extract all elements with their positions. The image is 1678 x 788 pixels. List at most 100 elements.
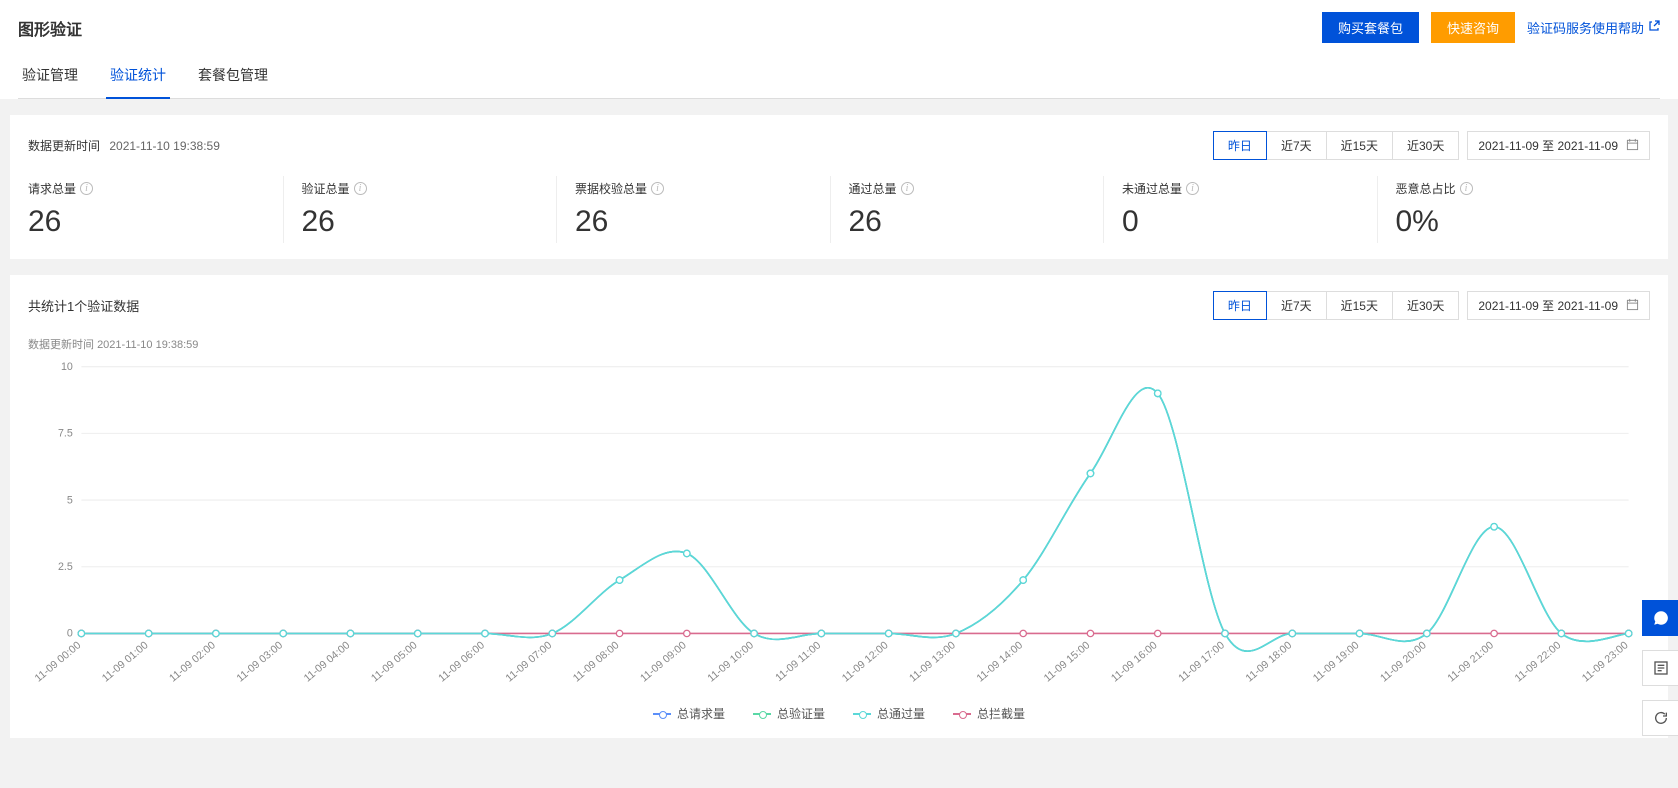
legend-swatch-block	[953, 710, 971, 718]
tab-verify-manage[interactable]: 验证管理	[18, 55, 82, 99]
date-range-text: 2021-11-09 至 2021-11-09	[1478, 137, 1618, 154]
stat-label: 未通过总量i	[1122, 180, 1359, 197]
chart-update-time-value: 2021-11-10 19:38:59	[97, 339, 198, 351]
range-15d[interactable]: 近15天	[1326, 131, 1393, 160]
svg-text:11-09 18:00: 11-09 18:00	[1244, 639, 1295, 684]
legend-verify[interactable]: 总验证量	[753, 705, 825, 722]
svg-text:11-09 22:00: 11-09 22:00	[1513, 639, 1564, 684]
tab-verify-stats[interactable]: 验证统计	[106, 55, 170, 99]
svg-text:11-09 06:00: 11-09 06:00	[436, 639, 487, 684]
buy-package-button[interactable]: 购买套餐包	[1322, 12, 1419, 43]
page-title: 图形验证	[18, 16, 82, 40]
legend-block[interactable]: 总拦截量	[953, 705, 1025, 722]
feedback-float-button[interactable]	[1642, 650, 1678, 686]
svg-text:7.5: 7.5	[58, 428, 73, 440]
date-range-picker[interactable]: 2021-11-09 至 2021-11-09	[1467, 131, 1650, 160]
stat-label: 通过总量i	[849, 180, 1086, 197]
chart-date-range-tabs: 昨日 近7天 近15天 近30天	[1213, 291, 1459, 320]
chart-section-title: 共统计1个验证数据	[28, 296, 139, 315]
info-icon[interactable]: i	[354, 182, 367, 195]
svg-text:0: 0	[67, 628, 73, 640]
svg-text:11-09 17:00: 11-09 17:00	[1176, 639, 1227, 684]
legend-swatch-req	[653, 710, 671, 718]
legend-pass[interactable]: 总通过量	[853, 705, 925, 722]
range-30d[interactable]: 近30天	[1392, 131, 1459, 160]
svg-text:11-09 15:00: 11-09 15:00	[1042, 639, 1093, 684]
range-yesterday[interactable]: 昨日	[1213, 131, 1267, 160]
svg-text:11-09 09:00: 11-09 09:00	[638, 639, 689, 684]
legend-label-verify: 总验证量	[777, 705, 825, 722]
refresh-float-button[interactable]	[1642, 700, 1678, 736]
legend-label-pass: 总通过量	[877, 705, 925, 722]
range-7d[interactable]: 近7天	[1266, 131, 1327, 160]
info-icon[interactable]: i	[1460, 182, 1473, 195]
chart-update-time: 数据更新时间 2021-11-10 19:38:59	[28, 336, 1650, 352]
legend-label-block: 总拦截量	[977, 705, 1025, 722]
line-chart: 02.557.51011-09 00:0011-09 01:0011-09 02…	[28, 356, 1650, 697]
svg-text:11-09 16:00: 11-09 16:00	[1109, 639, 1160, 684]
summary-section: 数据更新时间 2021-11-10 19:38:59 昨日 近7天 近15天 近…	[10, 115, 1668, 259]
info-icon[interactable]: i	[1186, 182, 1199, 195]
svg-text:11-09 20:00: 11-09 20:00	[1378, 639, 1429, 684]
stat-card: 通过总量i 26	[830, 176, 1104, 243]
svg-text:10: 10	[61, 361, 73, 373]
tab-package-manage[interactable]: 套餐包管理	[194, 55, 272, 99]
chart-range-7d[interactable]: 近7天	[1266, 291, 1327, 320]
external-link-icon	[1648, 20, 1660, 35]
stat-card: 恶意总占比i 0%	[1377, 176, 1651, 243]
help-link-label: 验证码服务使用帮助	[1527, 18, 1644, 37]
svg-text:2.5: 2.5	[58, 561, 73, 573]
svg-text:11-09 08:00: 11-09 08:00	[571, 639, 622, 684]
legend-swatch-pass	[853, 710, 871, 718]
stat-label: 验证总量i	[302, 180, 539, 197]
chart-section: 共统计1个验证数据 昨日 近7天 近15天 近30天 2021-11-09 至 …	[10, 275, 1668, 738]
stat-card: 票据校验总量i 26	[556, 176, 830, 243]
legend-swatch-verify	[753, 710, 771, 718]
calendar-icon	[1626, 298, 1639, 314]
svg-text:11-09 04:00: 11-09 04:00	[302, 639, 353, 684]
svg-text:11-09 21:00: 11-09 21:00	[1445, 639, 1496, 684]
calendar-icon	[1626, 138, 1639, 154]
tab-bar: 验证管理 验证统计 套餐包管理	[18, 55, 1660, 99]
svg-text:11-09 10:00: 11-09 10:00	[705, 639, 756, 684]
date-range-tabs: 昨日 近7天 近15天 近30天	[1213, 131, 1459, 160]
svg-text:11-09 03:00: 11-09 03:00	[234, 639, 285, 684]
stat-label: 恶意总占比i	[1396, 180, 1633, 197]
legend-label-req: 总请求量	[677, 705, 725, 722]
svg-text:11-09 14:00: 11-09 14:00	[974, 639, 1025, 684]
stat-card: 未通过总量i0	[1103, 176, 1377, 243]
quick-consult-button[interactable]: 快速咨询	[1431, 12, 1515, 43]
chart-date-range-picker[interactable]: 2021-11-09 至 2021-11-09	[1467, 291, 1650, 320]
stat-value: 26	[28, 205, 265, 239]
svg-text:11-09 07:00: 11-09 07:00	[504, 639, 555, 684]
update-time-value: 2021-11-10 19:38:59	[109, 139, 220, 153]
info-icon[interactable]: i	[651, 182, 664, 195]
stat-label: 请求总量i	[28, 180, 265, 197]
chart-date-range-text: 2021-11-09 至 2021-11-09	[1478, 297, 1618, 314]
info-icon[interactable]: i	[80, 182, 93, 195]
svg-text:11-09 19:00: 11-09 19:00	[1311, 639, 1362, 684]
update-time: 数据更新时间 2021-11-10 19:38:59	[28, 137, 220, 154]
chart-range-15d[interactable]: 近15天	[1326, 291, 1393, 320]
stat-value: 26	[302, 205, 539, 239]
chart-update-time-label: 数据更新时间	[28, 339, 94, 351]
stat-label: 票据校验总量i	[575, 180, 812, 197]
stat-card: 验证总量i 26	[283, 176, 557, 243]
svg-text:11-09 05:00: 11-09 05:00	[369, 639, 420, 684]
chart-range-30d[interactable]: 近30天	[1392, 291, 1459, 320]
stat-value: 0%	[1396, 205, 1633, 239]
svg-text:5: 5	[67, 494, 73, 506]
info-icon[interactable]: i	[901, 182, 914, 195]
svg-text:11-09 13:00: 11-09 13:00	[907, 639, 958, 684]
chat-float-button[interactable]	[1642, 600, 1678, 636]
help-link[interactable]: 验证码服务使用帮助	[1527, 18, 1660, 37]
stat-value: 26	[575, 205, 812, 239]
svg-text:11-09 11:00: 11-09 11:00	[773, 639, 823, 684]
stat-value: 26	[849, 205, 1086, 239]
stat-card: 请求总量i 26	[28, 176, 283, 243]
chart-range-yesterday[interactable]: 昨日	[1213, 291, 1267, 320]
svg-text:11-09 12:00: 11-09 12:00	[840, 639, 891, 684]
svg-text:11-09 01:00: 11-09 01:00	[100, 639, 151, 684]
legend-req[interactable]: 总请求量	[653, 705, 725, 722]
svg-text:11-09 23:00: 11-09 23:00	[1580, 639, 1631, 684]
